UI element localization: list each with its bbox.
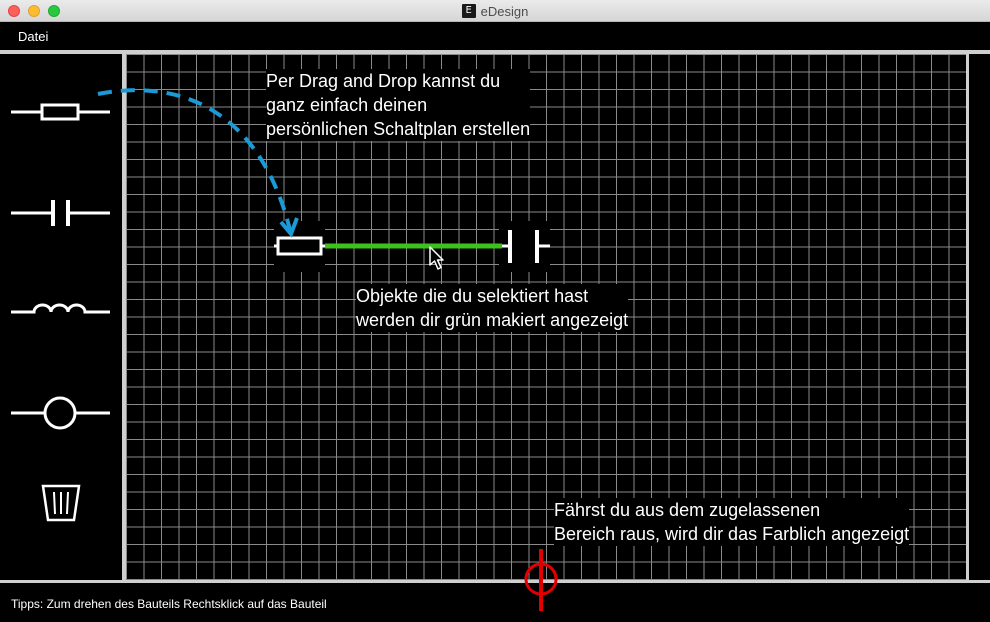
divider-right	[966, 54, 969, 580]
status-tip-text: Tipps: Zum drehen des Bauteils Rechtskli…	[11, 597, 327, 611]
palette-item-capacitor[interactable]	[0, 183, 122, 243]
status-bar: Tipps: Zum drehen des Bauteils Rechtskli…	[0, 583, 990, 622]
tip-out-of-bounds: Fährst du aus dem zugelassenen Bereich r…	[554, 498, 910, 546]
resistor-icon	[11, 103, 110, 121]
palette-item-inductor[interactable]	[0, 282, 122, 342]
window-title-group: E eDesign	[0, 0, 990, 22]
tip-drag-drop-line-2: ganz einfach deinen	[266, 95, 428, 115]
tip-drag-drop-line-1: Per Drag and Drop kannst du	[266, 71, 501, 91]
capacitor-icon	[499, 230, 550, 263]
tip-drag-drop-line-3: persönlichen Schaltplan erstellen	[266, 119, 531, 139]
tip-drag-drop: Per Drag and Drop kannst du ganz einfach…	[266, 69, 531, 141]
tip-out-of-bounds-line-2: Bereich raus, wird dir das Farblich ange…	[554, 524, 910, 544]
tip-selected-line-2: werden dir grün makiert angezeigt	[356, 310, 629, 330]
app-icon: E	[461, 4, 476, 18]
menu-bar: Datei	[0, 22, 990, 50]
placed-capacitor[interactable]	[499, 221, 550, 272]
placed-resistor[interactable]	[274, 221, 325, 272]
inductor-icon	[11, 303, 110, 314]
title-bar: E eDesign	[0, 0, 990, 22]
capacitor-icon	[11, 200, 110, 226]
mouse-cursor-icon	[429, 246, 444, 270]
lamp-icon	[11, 396, 110, 430]
palette-item-lamp[interactable]	[0, 383, 122, 443]
menu-datei[interactable]: Datei	[18, 29, 48, 44]
component-palette	[0, 54, 122, 580]
trash-icon	[41, 484, 81, 522]
palette-item-resistor[interactable]	[0, 82, 122, 142]
tip-out-of-bounds-line-1: Fährst du aus dem zugelassenen	[554, 500, 821, 520]
window-title: eDesign	[480, 3, 529, 19]
trash-drop-zone[interactable]	[0, 474, 122, 534]
resistor-icon	[274, 236, 325, 256]
tip-selected: Objekte die du selektiert hast werden di…	[356, 284, 629, 332]
tip-selected-line-1: Objekte die du selektiert hast	[356, 286, 589, 306]
